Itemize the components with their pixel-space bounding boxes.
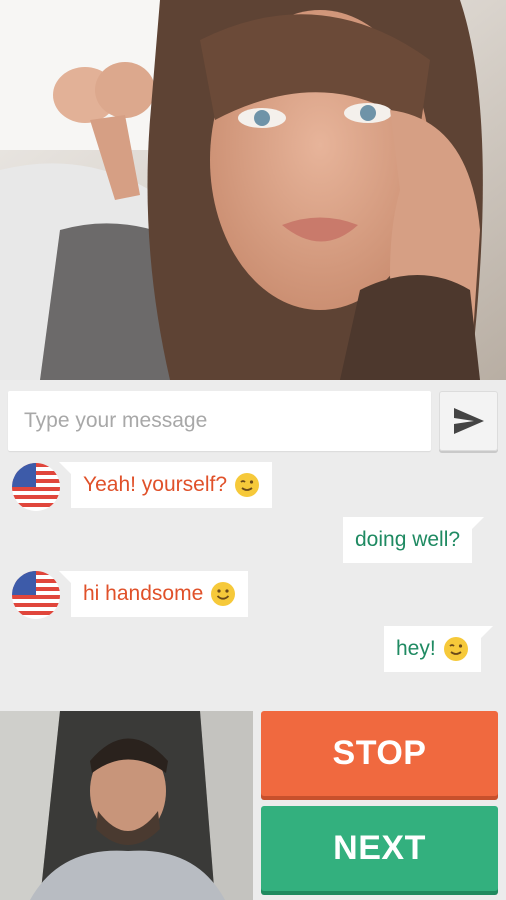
us-flag-icon	[12, 463, 60, 511]
stop-button-label: STOP	[332, 734, 427, 772]
message-text: hey!	[396, 637, 436, 660]
winking-face-icon	[235, 473, 259, 497]
message-text: Yeah! yourself?	[83, 473, 227, 496]
send-button[interactable]	[439, 391, 498, 451]
message-text: doing well?	[355, 528, 461, 551]
message-input[interactable]	[8, 391, 431, 451]
video-chat-screen: Yeah! yourself? doing well? hi handsome	[0, 0, 506, 900]
message-bubble-outgoing: hey!	[384, 626, 493, 672]
self-video-preview	[0, 711, 253, 900]
remote-video-feed	[0, 0, 506, 380]
us-flag-icon	[12, 571, 60, 619]
message-list: Yeah! yourself? doing well? hi handsome	[0, 455, 506, 705]
self-video-image	[0, 711, 253, 900]
message-bubble-incoming: Yeah! yourself?	[59, 462, 272, 508]
message-text: hi handsome	[83, 582, 204, 605]
send-icon	[453, 408, 484, 434]
message-bubble-incoming: hi handsome	[58, 571, 249, 617]
next-button[interactable]: NEXT	[261, 806, 498, 891]
winking-face-icon	[443, 637, 468, 661]
message-bubble-outgoing: doing well?	[343, 517, 485, 563]
message-composer	[8, 391, 498, 451]
smiling-face-icon	[211, 582, 236, 606]
next-button-label: NEXT	[333, 829, 426, 867]
stop-button[interactable]: STOP	[261, 711, 498, 796]
remote-video-image	[0, 0, 506, 380]
